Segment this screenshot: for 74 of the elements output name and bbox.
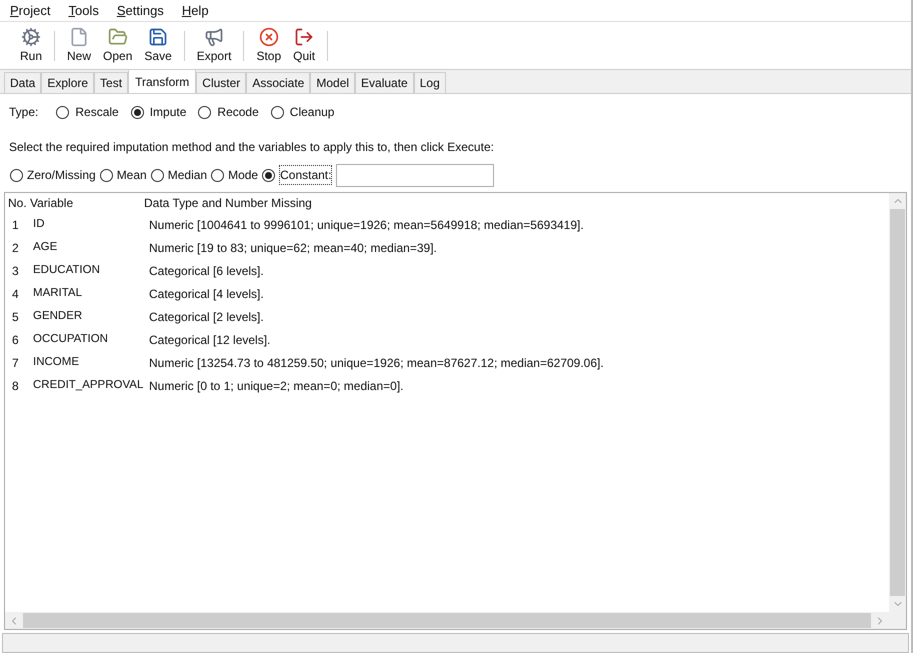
column-header: No. xyxy=(7,195,28,212)
table-cell-text: 8 xyxy=(11,378,20,394)
table-cell-text: Categorical [6 levels]. xyxy=(149,262,264,280)
radio-label: Mean xyxy=(116,167,147,184)
table-cell-text: CREDIT_APPROVAL xyxy=(33,378,144,393)
radio-label: Impute xyxy=(150,104,186,121)
radio-button[interactable] xyxy=(130,106,144,118)
toolbar-button[interactable]: Save xyxy=(138,26,178,64)
radio-button[interactable] xyxy=(198,106,212,118)
table-cell-text: Categorical [12 levels]. xyxy=(149,332,270,348)
menu-item[interactable]: Project xyxy=(10,0,50,20)
menu-item[interactable]: Help xyxy=(182,0,209,20)
table-cell-text: Numeric [1004641 to 9996101; unique=1926; mean=5649918; median=5693419]. xyxy=(149,216,584,234)
table-cell-text: 3 xyxy=(11,262,20,280)
table-cell-text: INCOME xyxy=(33,354,80,370)
radio-label: Cleanup xyxy=(290,104,334,121)
toolbar-button[interactable]: Export xyxy=(190,26,238,64)
table-cell-text: ID xyxy=(33,216,46,232)
radio-label: Recode xyxy=(217,104,259,121)
radio-button[interactable] xyxy=(150,168,164,182)
exit-door-icon xyxy=(294,26,314,46)
radio-button[interactable] xyxy=(100,168,113,182)
table-cell-text: AGE xyxy=(33,240,58,255)
table-cell-text: 6 xyxy=(11,332,20,348)
column-header: Data Type and Number Missing xyxy=(144,195,312,212)
tab[interactable]: Test xyxy=(94,72,128,93)
table-cell-text: 7 xyxy=(11,354,20,372)
table-cell-text: Numeric [0 to 1; unique=2; mean=0; median=0]. xyxy=(149,378,404,394)
tab[interactable]: Transform xyxy=(128,69,196,93)
document-icon xyxy=(69,26,90,46)
megaphone-icon xyxy=(204,26,224,46)
radio-label: Median xyxy=(168,167,208,184)
toolbar-button[interactable]: Run xyxy=(14,26,48,64)
column-header: Variable xyxy=(29,195,74,212)
instruction-text: Select the required imputation method and the variables to apply this to, then click Execute: xyxy=(8,139,495,156)
toolbar-button[interactable]: Quit xyxy=(287,26,322,64)
tab[interactable]: Log xyxy=(414,72,446,93)
tab[interactable]: Cluster xyxy=(196,72,246,93)
radio-button[interactable] xyxy=(56,106,70,118)
tab[interactable]: Explore xyxy=(41,72,94,93)
constant-input-field[interactable] xyxy=(336,164,494,186)
radio-label: Zero/Missing xyxy=(27,167,96,184)
radio-button[interactable] xyxy=(211,168,224,182)
tab[interactable]: Evaluate xyxy=(355,72,414,93)
radio-label: Rescale xyxy=(75,104,119,121)
radio-label: Mode xyxy=(228,167,258,184)
toolbar-button[interactable]: Open xyxy=(97,26,138,64)
table-cell-text: MARITAL xyxy=(33,286,83,301)
folder-icon xyxy=(108,26,128,46)
type-label: Type: xyxy=(9,104,38,121)
toolbar-button[interactable]: New xyxy=(61,26,98,64)
menu-item[interactable]: Settings xyxy=(116,0,164,20)
table-cell-text: Numeric [13254.73 to 481259.50; unique=1926; mean=87627.12; median=62709.06]. xyxy=(149,354,604,372)
menu-item[interactable]: Tools xyxy=(68,0,99,20)
tab[interactable]: Associate xyxy=(246,72,310,93)
table-cell-text: 4 xyxy=(11,286,20,302)
table-cell-text: Numeric [19 to 83; unique=62; mean=40; median=39]. xyxy=(149,240,437,256)
gears-icon xyxy=(21,26,41,46)
stop-icon xyxy=(258,26,279,46)
tab[interactable]: Data xyxy=(4,72,42,93)
radio-label: Constant: xyxy=(279,165,332,185)
table-cell-text: 2 xyxy=(11,240,20,256)
radio-button[interactable] xyxy=(262,168,276,182)
table-cell-text: EDUCATION xyxy=(33,262,101,278)
table-cell-text: 5 xyxy=(11,308,20,326)
table-cell-text: OCCUPATION xyxy=(33,332,109,347)
table-cell-text: Categorical [2 levels]. xyxy=(149,308,264,326)
tab[interactable]: Model xyxy=(310,72,356,93)
radio-button[interactable] xyxy=(270,106,284,118)
table-cell-text: 1 xyxy=(11,216,20,234)
table-cell-text: GENDER xyxy=(33,308,84,324)
radio-button[interactable] xyxy=(10,168,23,182)
table-cell-text: Categorical [4 levels]. xyxy=(149,286,264,302)
toolbar-button[interactable]: Stop xyxy=(250,26,288,64)
